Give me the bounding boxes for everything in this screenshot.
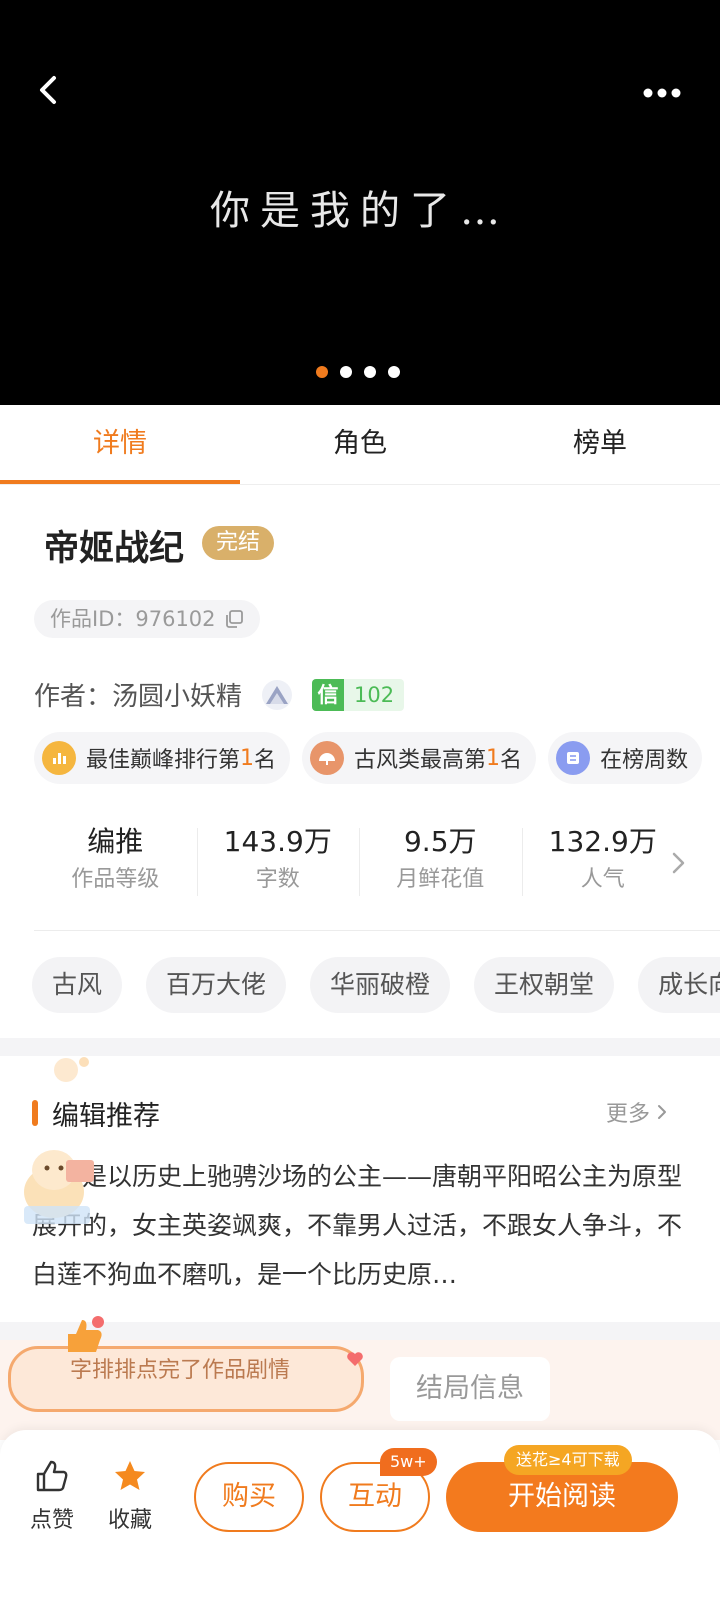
stat-label: 字数 bbox=[255, 867, 300, 892]
credit-label: 信 bbox=[312, 678, 345, 711]
achievement-rank: 1 bbox=[486, 745, 501, 771]
achievement-suffix: 名 bbox=[254, 748, 277, 773]
banner-caption: 你是我的了… bbox=[210, 188, 510, 234]
stat-value: 132.9万 bbox=[548, 825, 657, 858]
stat-value: 9.5万 bbox=[403, 825, 477, 858]
back-button[interactable] bbox=[30, 70, 70, 110]
like-button[interactable]: 点赞 bbox=[22, 1458, 82, 1534]
favorite-button[interactable]: 收藏 bbox=[100, 1458, 160, 1534]
copy-icon bbox=[225, 610, 243, 628]
author-name: 作者：汤圆小妖精 bbox=[34, 682, 243, 712]
more-label: 更多 bbox=[606, 1102, 651, 1127]
achievement-text: 最佳巅峰排行第 bbox=[86, 748, 241, 773]
chevron-right-icon bbox=[658, 1105, 667, 1119]
tag[interactable]: 古风 bbox=[32, 957, 123, 1013]
book-title: 帝姬战纪 bbox=[44, 529, 185, 569]
tab-details[interactable]: 详情 bbox=[0, 405, 240, 484]
favorite-label: 收藏 bbox=[107, 1508, 152, 1533]
mascot-sticker bbox=[24, 1057, 94, 1224]
credit-score: 信 102 bbox=[312, 678, 405, 711]
carousel-dot bbox=[388, 366, 400, 378]
buy-button[interactable]: 购买 bbox=[194, 1462, 304, 1532]
speech-text: 字排排点完了作品剧情 bbox=[70, 1358, 291, 1382]
tab-bar: 详情 角色 榜单 bbox=[0, 405, 720, 485]
tag[interactable]: 百万大佬 bbox=[146, 957, 287, 1013]
more-button[interactable] bbox=[640, 78, 696, 108]
section-separator bbox=[0, 1038, 720, 1056]
thumbs-up-icon bbox=[36, 1460, 68, 1492]
stat-label: 人气 bbox=[580, 867, 625, 892]
achievement-peak-rank[interactable]: 最佳巅峰排行第 1 名 bbox=[34, 732, 291, 784]
tab-active-indicator bbox=[0, 480, 240, 484]
chevron-left-icon bbox=[40, 76, 56, 104]
stat-label: 作品等级 bbox=[71, 867, 160, 892]
hand-icon bbox=[68, 1316, 104, 1352]
tab-characters[interactable]: 角色 bbox=[240, 405, 480, 484]
fan-icon bbox=[310, 741, 345, 775]
achievement-weeks-on-chart[interactable]: 在榜周数 bbox=[548, 732, 703, 784]
tag[interactable]: 王权朝堂 bbox=[474, 957, 615, 1013]
author-avatar bbox=[262, 679, 293, 710]
stat-popularity: 132.9万 人气 bbox=[521, 822, 685, 902]
section-separator bbox=[0, 1322, 720, 1340]
stat-grade: 编推 作品等级 bbox=[34, 822, 197, 902]
list-icon bbox=[556, 741, 591, 775]
carousel-dot bbox=[316, 366, 328, 378]
download-hint-badge: 送花≥4可下载 bbox=[504, 1445, 632, 1475]
stats-row[interactable]: 编推 作品等级 143.9万 字数 9.5万 月鲜花值 132.9万 人气 bbox=[34, 822, 684, 902]
achievement-text: 古风类最高第 bbox=[354, 748, 487, 773]
interact-count-badge: 5w+ bbox=[380, 1448, 437, 1476]
author-row[interactable]: 作者：汤圆小妖精 信 102 bbox=[34, 676, 405, 713]
book-id-pill[interactable]: 作品ID：976102 bbox=[34, 600, 260, 638]
chart-icon bbox=[42, 741, 76, 775]
carousel-indicator bbox=[316, 366, 400, 378]
star-icon bbox=[115, 1461, 145, 1490]
stat-label: 月鲜花值 bbox=[396, 867, 485, 892]
tag[interactable]: 成长向 bbox=[638, 957, 720, 1013]
stat-value: 143.9万 bbox=[223, 825, 332, 858]
recommendation-more-link[interactable]: 更多 bbox=[606, 1096, 668, 1128]
achievement-text: 在榜周数 bbox=[600, 748, 689, 773]
achievement-rank: 1 bbox=[240, 745, 255, 771]
banner-carousel[interactable]: 你是我的了… bbox=[0, 0, 720, 405]
carousel-dot bbox=[340, 366, 352, 378]
achievement-genre-rank[interactable]: 古风类最高第 1 名 bbox=[302, 732, 537, 784]
carousel-dot bbox=[364, 366, 376, 378]
tag[interactable]: 华丽破橙 bbox=[310, 957, 451, 1013]
tab-rankings[interactable]: 榜单 bbox=[480, 405, 720, 484]
like-label: 点赞 bbox=[29, 1508, 74, 1533]
credit-value: 102 bbox=[344, 678, 405, 711]
more-dots-icon bbox=[643, 88, 681, 98]
divider bbox=[34, 930, 720, 931]
achievement-suffix: 名 bbox=[500, 748, 523, 773]
heart-icon bbox=[347, 1352, 363, 1366]
achievement-row: 最佳巅峰排行第 1 名 古风类最高第 1 名 在榜周数 bbox=[34, 732, 703, 784]
stat-value: 编推 bbox=[87, 825, 144, 858]
status-badge: 完结 bbox=[202, 526, 275, 560]
chevron-right-icon[interactable] bbox=[670, 848, 688, 878]
tag-list: 古风 百万大佬 华丽破橙 王权朝堂 成长向 bbox=[32, 957, 720, 1013]
stat-word-count: 143.9万 字数 bbox=[196, 822, 360, 902]
recommendation-body: 本作是以历史上驰骋沙场的公主——唐朝平阳昭公主为原型展开的，女主英姿飒爽，不靠男… bbox=[32, 1162, 682, 1289]
book-id: 作品ID：976102 bbox=[50, 607, 216, 631]
ending-info-button[interactable]: 结局信息 bbox=[390, 1357, 550, 1421]
stat-monthly-flowers: 9.5万 月鲜花值 bbox=[359, 822, 522, 902]
